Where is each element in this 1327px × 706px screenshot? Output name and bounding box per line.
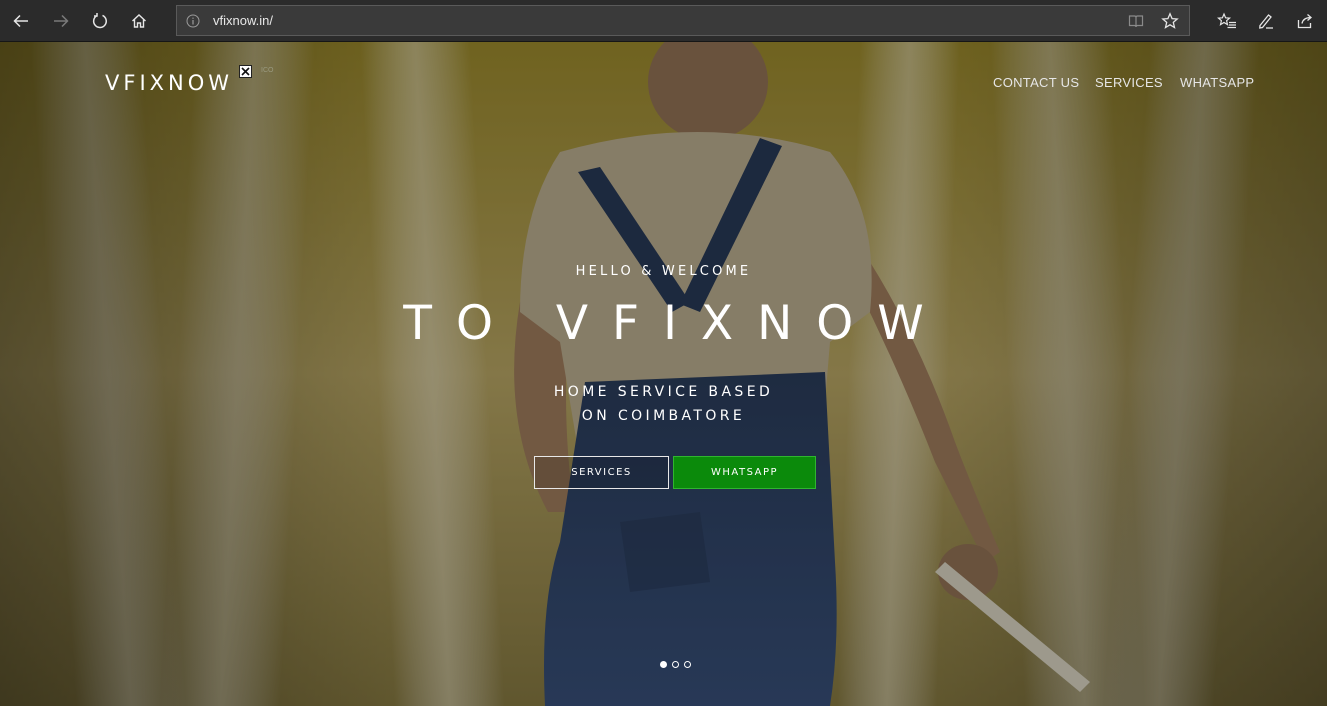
slider-dot-1[interactable] — [660, 661, 667, 668]
slider-dot-2[interactable] — [672, 661, 679, 668]
nav-whatsapp[interactable]: WHATSAPP — [1180, 75, 1254, 90]
broken-image-alt-text: ICO — [261, 67, 274, 74]
hero-overlay — [0, 42, 1327, 706]
reading-view-icon[interactable] — [1127, 12, 1145, 30]
refresh-button[interactable] — [85, 6, 115, 36]
share-icon — [1297, 14, 1312, 29]
notes-button[interactable] — [1251, 6, 1281, 36]
site-logo[interactable]: VFIXNOW — [105, 70, 233, 96]
home-icon — [132, 14, 146, 28]
pen-icon — [1259, 14, 1273, 29]
browser-toolbar: vfixnow.in/ — [0, 0, 1327, 42]
refresh-icon — [92, 13, 107, 29]
favorite-star-icon[interactable] — [1161, 12, 1179, 30]
favorites-button[interactable] — [1212, 6, 1242, 36]
nav-contact-us[interactable]: CONTACT US — [993, 75, 1079, 90]
hero-subtitle-line-2: ON COIMBATORE — [581, 408, 746, 424]
favorites-list-icon — [1217, 12, 1236, 29]
hero-title: TO VFIXNOW — [403, 296, 948, 351]
hero-subtitle: HOME SERVICE BASED ON COIMBATORE — [0, 380, 1327, 428]
address-bar[interactable]: vfixnow.in/ — [176, 5, 1190, 36]
share-button[interactable] — [1290, 6, 1320, 36]
hero-section: VFIXNOW ICO CONTACT US SERVICES WHATSAPP… — [0, 42, 1327, 706]
home-button[interactable] — [124, 6, 154, 36]
back-icon — [13, 14, 28, 28]
nav-services[interactable]: SERVICES — [1095, 75, 1163, 90]
hero-subtitle-line-1: HOME SERVICE BASED — [553, 384, 774, 400]
whatsapp-button[interactable]: WHATSAPP — [673, 456, 816, 489]
broken-image-icon — [239, 65, 252, 78]
forward-button[interactable] — [46, 6, 76, 36]
forward-icon — [54, 14, 69, 28]
info-icon[interactable] — [186, 14, 200, 28]
hero-greeting: HELLO & WELCOME — [575, 264, 752, 279]
slider-dot-3[interactable] — [684, 661, 691, 668]
services-button[interactable]: SERVICES — [534, 456, 669, 489]
back-button[interactable] — [6, 6, 36, 36]
address-url[interactable]: vfixnow.in/ — [213, 6, 273, 35]
